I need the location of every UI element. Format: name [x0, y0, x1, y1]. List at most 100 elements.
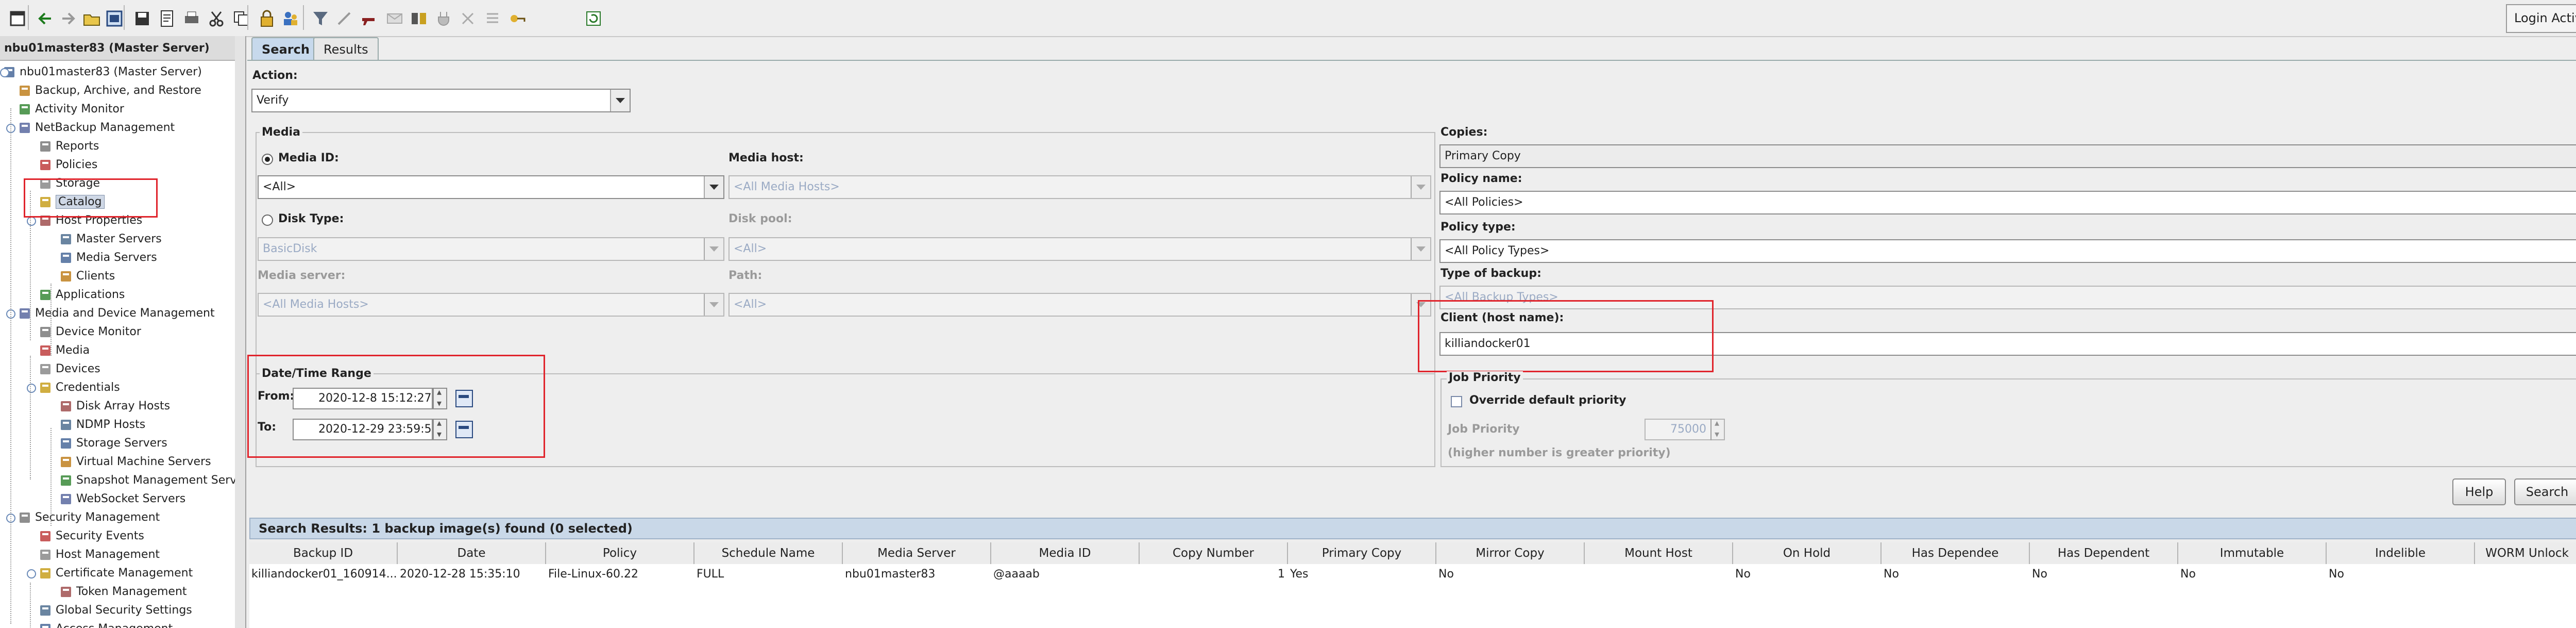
tree-item-label: Master Servers: [76, 233, 162, 245]
table-row[interactable]: killiandocker01_160914... 2020-12-28 15:3…: [249, 564, 2576, 585]
security-events-icon: [38, 529, 53, 543]
help-button[interactable]: Help: [2452, 478, 2506, 505]
column-header-mirror-copy[interactable]: Mirror Copy: [1436, 542, 1585, 564]
toolbar-separator: [247, 5, 248, 30]
table-cell: FULL: [697, 568, 724, 581]
column-header-primary-copy[interactable]: Primary Copy: [1288, 542, 1436, 564]
toolbar-separator: [303, 5, 304, 30]
column-header-backup-id[interactable]: Backup ID: [249, 542, 398, 564]
tree-item-reports[interactable]: Reports: [38, 137, 99, 156]
disk-type-select[interactable]: BasicDisk: [258, 237, 724, 261]
action-label: Action:: [252, 69, 298, 82]
column-header-schedule-name[interactable]: Schedule Name: [694, 542, 843, 564]
column-header-mount-host[interactable]: Mount Host: [1585, 542, 1733, 564]
chevron-down-icon[interactable]: [704, 176, 723, 198]
copies-field[interactable]: Primary Copy: [1439, 144, 2576, 168]
expand-toggle-icon[interactable]: [27, 217, 36, 226]
tree-item-label: Security Events: [56, 530, 144, 542]
tab-search[interactable]: Search: [251, 37, 320, 61]
media-id-select[interactable]: <All>: [258, 175, 724, 199]
pane-splitter[interactable]: [235, 36, 246, 628]
tree-item-activity-monitor[interactable]: Activity Monitor: [18, 100, 124, 119]
tree-item-host-management[interactable]: Host Management: [38, 546, 160, 564]
disk-type-radio[interactable]: [262, 214, 273, 226]
gun-icon[interactable]: [354, 4, 383, 33]
expand-toggle-icon[interactable]: [27, 569, 36, 579]
tree-item-media[interactable]: Media: [38, 341, 90, 360]
column-header-has-dependent[interactable]: Has Dependent: [2030, 542, 2178, 564]
tree-item-virtual-machine-servers[interactable]: Virtual Machine Servers: [59, 453, 211, 471]
job-priority-spinner[interactable]: [1710, 418, 1725, 440]
path-select[interactable]: <All>: [728, 293, 1431, 317]
table-cell: Yes: [1290, 568, 1309, 581]
tree-item-device-monitor[interactable]: Device Monitor: [38, 323, 141, 341]
tree-item-global-security-settings[interactable]: Global Security Settings: [38, 601, 192, 620]
path-value: <All>: [734, 298, 767, 311]
chevron-down-icon[interactable]: [1411, 176, 1430, 198]
column-header-worm-unlock[interactable]: WORM Unlock: [2475, 542, 2576, 564]
column-header-has-dependee[interactable]: Has Dependee: [1882, 542, 2030, 564]
expand-toggle-icon[interactable]: [27, 384, 36, 393]
tree-item-nbu01master83-master-server[interactable]: nbu01master83 (Master Server): [2, 63, 202, 81]
tree-item-credentials[interactable]: Credentials: [38, 378, 120, 397]
tree-item-disk-array-hosts[interactable]: Disk Array Hosts: [59, 397, 170, 416]
policy-name-field[interactable]: <All Policies>: [1439, 191, 2576, 214]
media-host-select[interactable]: <All Media Hosts>: [728, 175, 1431, 199]
tree-item-snapshot-management-server[interactable]: Snapshot Management Server: [59, 471, 235, 490]
tree-item-policies[interactable]: Policies: [38, 156, 97, 174]
media-id-radio[interactable]: [262, 154, 273, 165]
refresh-icon[interactable]: [579, 4, 608, 33]
tree-item-security-events[interactable]: Security Events: [38, 527, 144, 546]
copy-icon[interactable]: [227, 4, 256, 33]
key-icon[interactable]: [503, 4, 532, 33]
chevron-down-icon[interactable]: [704, 238, 723, 260]
column-header-copy-number[interactable]: Copy Number: [1140, 542, 1288, 564]
policy-type-field[interactable]: <All Policy Types>: [1439, 239, 2576, 263]
tree-item-ndmp-hosts[interactable]: NDMP Hosts: [59, 416, 145, 434]
tab-results[interactable]: Results: [313, 37, 379, 61]
media-id-value: <All>: [263, 180, 296, 193]
results-summary-bar: Search Results: 1 backup image(s) found …: [249, 518, 2576, 539]
tree-connector: [30, 583, 31, 628]
tree-item-devices[interactable]: Devices: [38, 360, 100, 378]
login-activity-button[interactable]: Login Activity: [2506, 4, 2576, 33]
media-server-label: Media server:: [258, 269, 346, 282]
table-cell: 1: [1278, 568, 1285, 581]
table-cell: [2475, 564, 2576, 585]
column-header-date[interactable]: Date: [398, 542, 546, 564]
job-priority-group-label: Job Priority: [1447, 371, 1523, 384]
tree-item-websocket-servers[interactable]: WebSocket Servers: [59, 490, 185, 508]
column-header-media-id[interactable]: Media ID: [991, 542, 1140, 564]
job-priority-input[interactable]: 75000: [1645, 419, 1711, 440]
policy-type-label: Policy type:: [1440, 221, 1516, 234]
tree-item-storage-servers[interactable]: Storage Servers: [59, 434, 167, 453]
action-select[interactable]: Verify: [251, 89, 631, 112]
monitor-icon: [18, 102, 32, 117]
tree-item-label: Virtual Machine Servers: [76, 455, 211, 468]
column-header-policy[interactable]: Policy: [546, 542, 694, 564]
column-header-indelible[interactable]: Indelible: [2327, 542, 2475, 564]
chevron-down-icon[interactable]: [610, 90, 630, 111]
column-header-on-hold[interactable]: On Hold: [1733, 542, 1882, 564]
expand-toggle-icon[interactable]: [0, 68, 9, 77]
tree-item-certificate-management[interactable]: Certificate Management: [38, 564, 193, 583]
chevron-down-icon[interactable]: [1411, 238, 1430, 260]
chevron-down-icon[interactable]: [704, 294, 723, 316]
users-icon[interactable]: [276, 4, 305, 33]
column-header-immutable[interactable]: Immutable: [2178, 542, 2327, 564]
search-button[interactable]: Search: [2514, 478, 2576, 505]
column-header-media-server[interactable]: Media Server: [843, 542, 991, 564]
tree-item-clients[interactable]: Clients: [59, 267, 115, 286]
tree-item-media-and-device-management[interactable]: Media and Device Management: [18, 304, 215, 323]
override-priority-checkbox[interactable]: [1451, 396, 1462, 407]
tree-item-netbackup-management[interactable]: NetBackup Management: [18, 119, 175, 137]
tree-item-media-servers[interactable]: Media Servers: [59, 249, 157, 267]
disk-pool-select[interactable]: <All>: [728, 237, 1431, 261]
tree-item-master-servers[interactable]: Master Servers: [59, 230, 162, 249]
tree-item-backup-archive-and-restore[interactable]: Backup, Archive, and Restore: [18, 81, 201, 100]
tree-item-access-management[interactable]: Access Management: [38, 620, 173, 628]
tree-item-label: Storage Servers: [76, 437, 167, 450]
tree-item-token-management[interactable]: Token Management: [59, 583, 187, 601]
media-server-select[interactable]: <All Media Hosts>: [258, 293, 724, 317]
tree-item-security-management[interactable]: Security Management: [18, 508, 160, 527]
